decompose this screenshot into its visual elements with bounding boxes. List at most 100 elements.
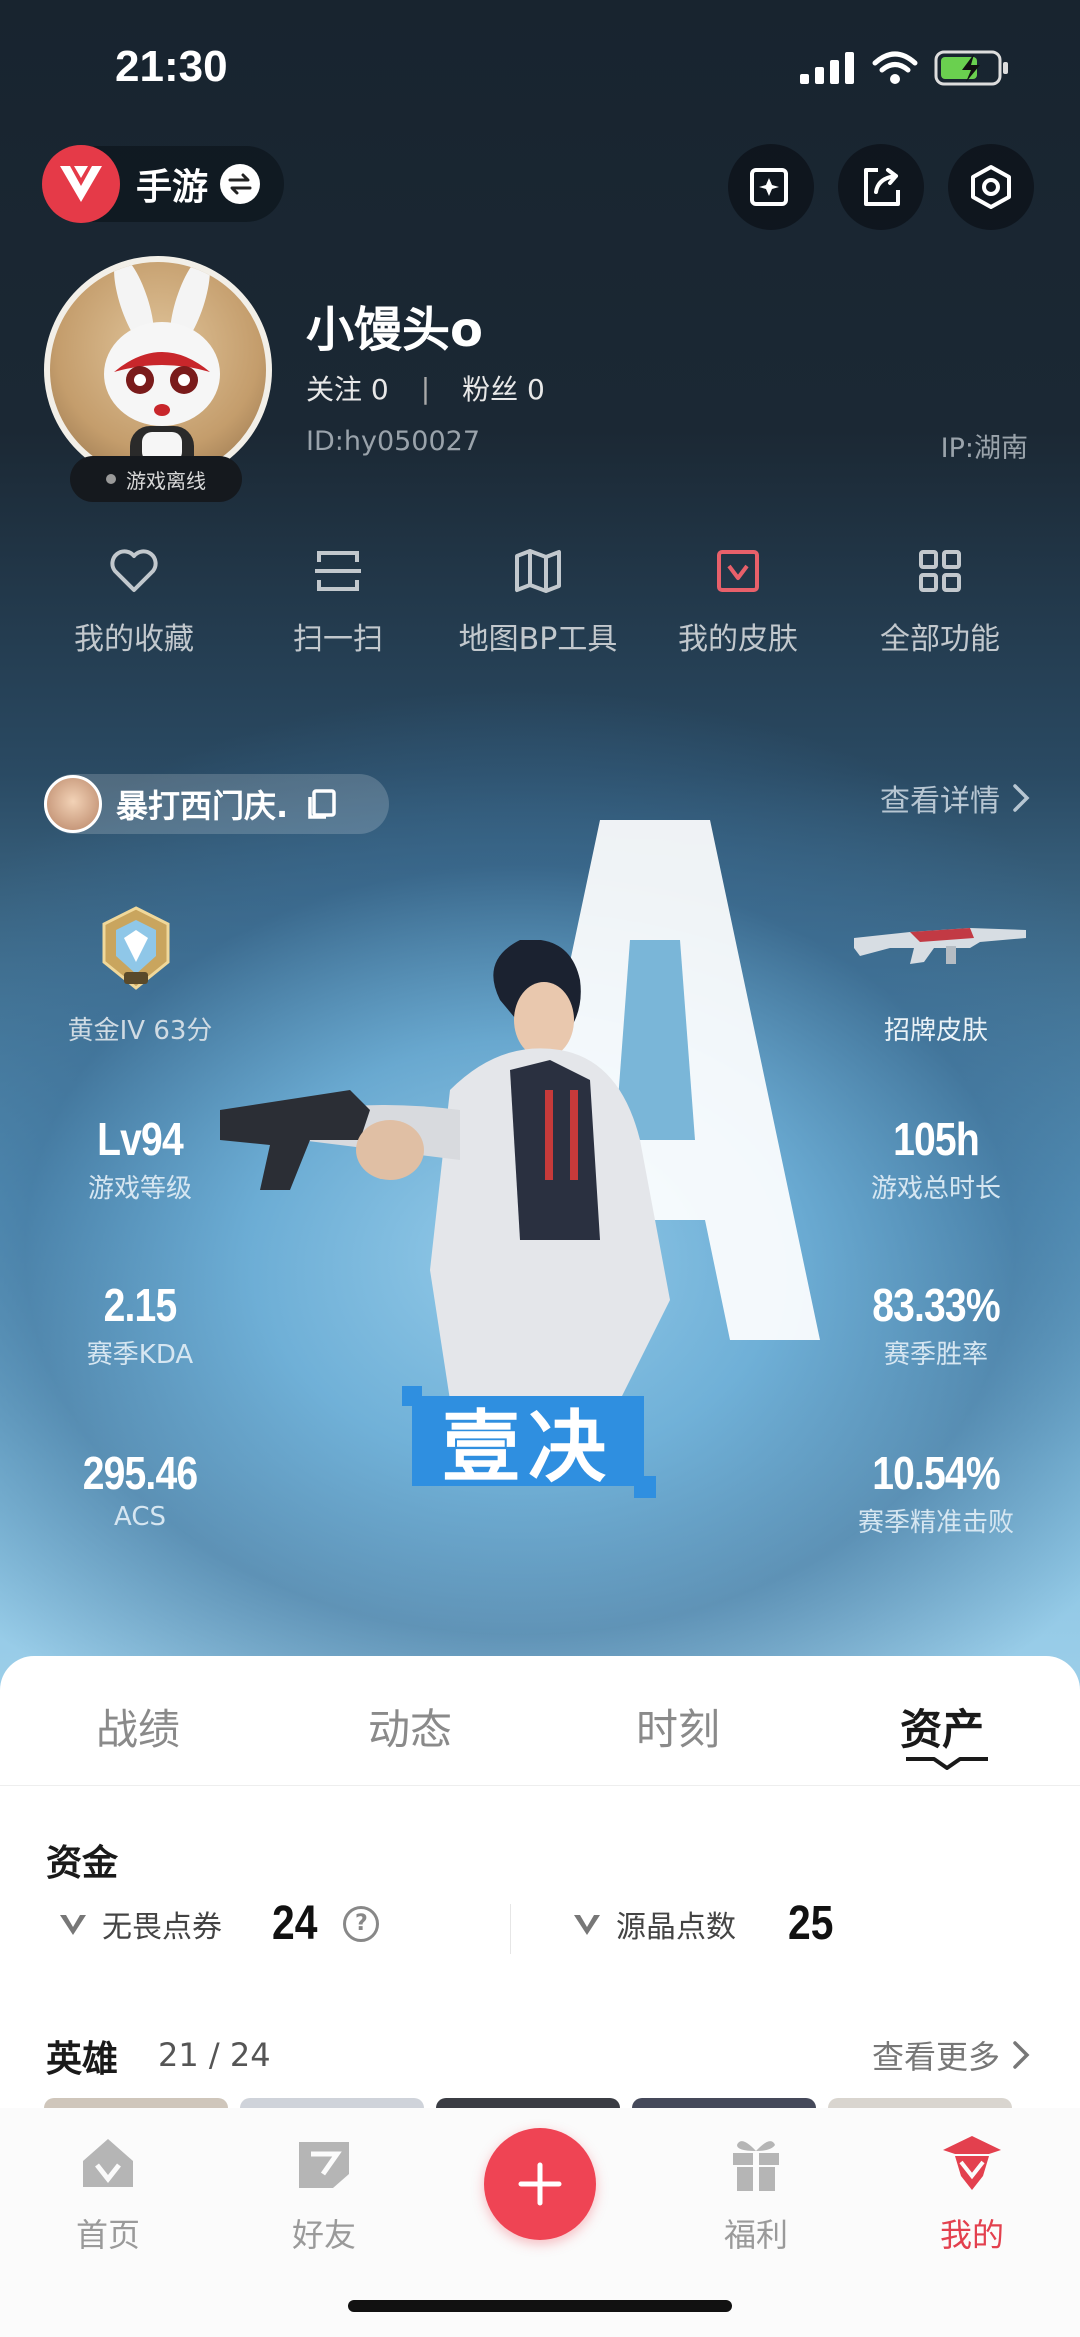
avatar[interactable] (44, 256, 272, 484)
status-time: 21:30 (115, 42, 228, 91)
nav-rewards[interactable]: 福利 (686, 2130, 826, 2256)
rp-balance: 源晶点数 25 (572, 1896, 837, 1951)
online-status-label: 游戏离线 (126, 468, 206, 493)
profile-tabs: 战绩 动态 时刻 资产 (0, 1656, 1080, 1786)
quick-all-features[interactable]: 全部功能 (840, 540, 1040, 658)
vp-currency-icon (60, 1914, 86, 1935)
stat-acs-value: 295.46 (82, 1447, 198, 1499)
quick-map-bp[interactable]: 地图BP工具 (438, 540, 638, 658)
nav-friends[interactable]: 好友 (254, 2130, 394, 2256)
stat-hours: 105h 游戏总时长 (806, 1112, 1066, 1205)
profile-icon (943, 2136, 1001, 2190)
active-tab-indicator (906, 1757, 988, 1770)
stat-level-label: 游戏等级 (87, 1174, 192, 1204)
share-button[interactable] (838, 144, 924, 230)
user-id[interactable]: ID:hy050027 (306, 426, 480, 457)
stat-winrate-label: 赛季胜率 (883, 1340, 988, 1370)
quick-favorites[interactable]: 我的收藏 (34, 540, 234, 658)
stat-acs-label: ACS (114, 1502, 166, 1532)
vp-value: 24 (272, 1897, 318, 1950)
settings-button[interactable] (948, 144, 1034, 230)
funds-divider (510, 1904, 511, 1954)
stat-headshot-label: 赛季精准击败 (857, 1508, 1014, 1538)
copy-icon[interactable] (304, 787, 338, 821)
funds-title: 资金 (46, 1843, 119, 1884)
player-name: 暴打西门庆. (116, 787, 289, 825)
weapon-skin-icon (854, 928, 1026, 964)
skin-label: 招牌皮肤 (883, 1016, 988, 1046)
map-icon (515, 549, 561, 593)
stat-headshot-value: 10.54% (872, 1447, 1000, 1499)
heroes-count: 21 / 24 (158, 2036, 271, 2074)
chevron-right-icon (1013, 784, 1030, 812)
scan-icon (315, 551, 361, 591)
quick-scan-label: 扫一扫 (293, 622, 383, 657)
status-icons (800, 50, 1010, 86)
stat-kda-value: 2.15 (103, 1279, 178, 1331)
help-icon[interactable]: ? (343, 1905, 380, 1942)
ip-location: IP:湖南 (940, 433, 1028, 464)
quick-map-bp-label: 地图BP工具 (458, 622, 618, 657)
home-indicator (348, 2300, 732, 2312)
nav-home-label: 首页 (75, 2216, 140, 2254)
friends-icon (299, 2142, 349, 2188)
fans-count[interactable]: 粉丝 0 (462, 368, 545, 408)
chevron-right-icon (1013, 2041, 1030, 2069)
status-dot (106, 474, 116, 484)
tab-feed[interactable]: 动态 (368, 1696, 452, 1757)
edit-card-button[interactable] (728, 144, 814, 230)
settings-icon (971, 165, 1011, 209)
player-avatar (44, 775, 102, 833)
nav-friends-label: 好友 (291, 2216, 356, 2254)
stat-kda-label: 赛季KDA (86, 1340, 194, 1370)
nav-home[interactable]: 首页 (38, 2130, 178, 2256)
quick-favorites-label: 我的收藏 (74, 622, 194, 657)
game-mode-switcher[interactable]: 手游 (42, 145, 284, 223)
view-more-label: 查看更多 (871, 2038, 1000, 2076)
quick-skins[interactable]: 我的皮肤 (638, 540, 838, 658)
vp-balance: 无畏点券 24 ? (58, 1896, 380, 1951)
create-post-button[interactable] (484, 2128, 596, 2240)
rp-label: 源晶点数 (616, 1909, 736, 1945)
stat-hours-label: 游戏总时长 (870, 1174, 1001, 1204)
view-more-link[interactable]: 查看更多 (872, 2032, 1030, 2078)
battery-icon (934, 50, 1008, 86)
grid-icon (919, 550, 961, 592)
stat-hours-value: 105h (893, 1113, 980, 1165)
online-status-badge: 游戏离线 (70, 456, 242, 502)
follow-separator: | (420, 371, 431, 405)
quick-scan[interactable]: 扫一扫 (238, 540, 438, 658)
nav-rewards-label: 福利 (723, 2216, 788, 2254)
gift-icon (733, 2141, 779, 2191)
rp-value: 25 (788, 1897, 834, 1950)
swap-icon (220, 164, 261, 204)
status-bar: 21:30 (0, 0, 1080, 140)
wifi-icon (872, 51, 918, 84)
tab-record[interactable]: 战绩 (96, 1696, 180, 1757)
quick-actions: 我的收藏 扫一扫 地图BP工具 我的皮肤 全部功能 (0, 540, 1080, 680)
stat-level: Lv94 游戏等级 (10, 1112, 270, 1205)
view-details-label: 查看详情 (880, 784, 1000, 819)
nav-profile-label: 我的 (939, 2216, 1004, 2254)
view-details-link[interactable]: 查看详情 (880, 776, 1030, 820)
skin-icon (717, 550, 759, 592)
tab-moments[interactable]: 时刻 (636, 1696, 720, 1757)
stat-headshot: 10.54% 赛季精准击败 (806, 1446, 1066, 1539)
quick-skins-label: 我的皮肤 (678, 622, 798, 657)
vp-label: 无畏点券 (102, 1909, 222, 1945)
stat-acs: 295.46 ACS (10, 1446, 270, 1532)
agent-character-image (220, 940, 670, 1400)
signal-icon (800, 52, 854, 84)
plus-icon (518, 2162, 562, 2206)
stat-level-value: Lv94 (97, 1113, 184, 1165)
following-count[interactable]: 关注 0 (306, 368, 389, 408)
heroes-title: 英雄 (46, 2039, 119, 2080)
game-mode-label: 手游 (136, 167, 209, 208)
quick-all-features-label: 全部功能 (880, 622, 1000, 657)
nav-profile[interactable]: 我的 (902, 2130, 1042, 2256)
username: 小馒头o (306, 302, 483, 358)
tab-assets[interactable]: 资产 (900, 1696, 984, 1757)
stat-kda: 2.15 赛季KDA (10, 1278, 270, 1371)
game-account-pill[interactable]: 暴打西门庆. (44, 774, 389, 834)
follow-stats: 关注 0 | 粉丝 0 (306, 368, 545, 408)
